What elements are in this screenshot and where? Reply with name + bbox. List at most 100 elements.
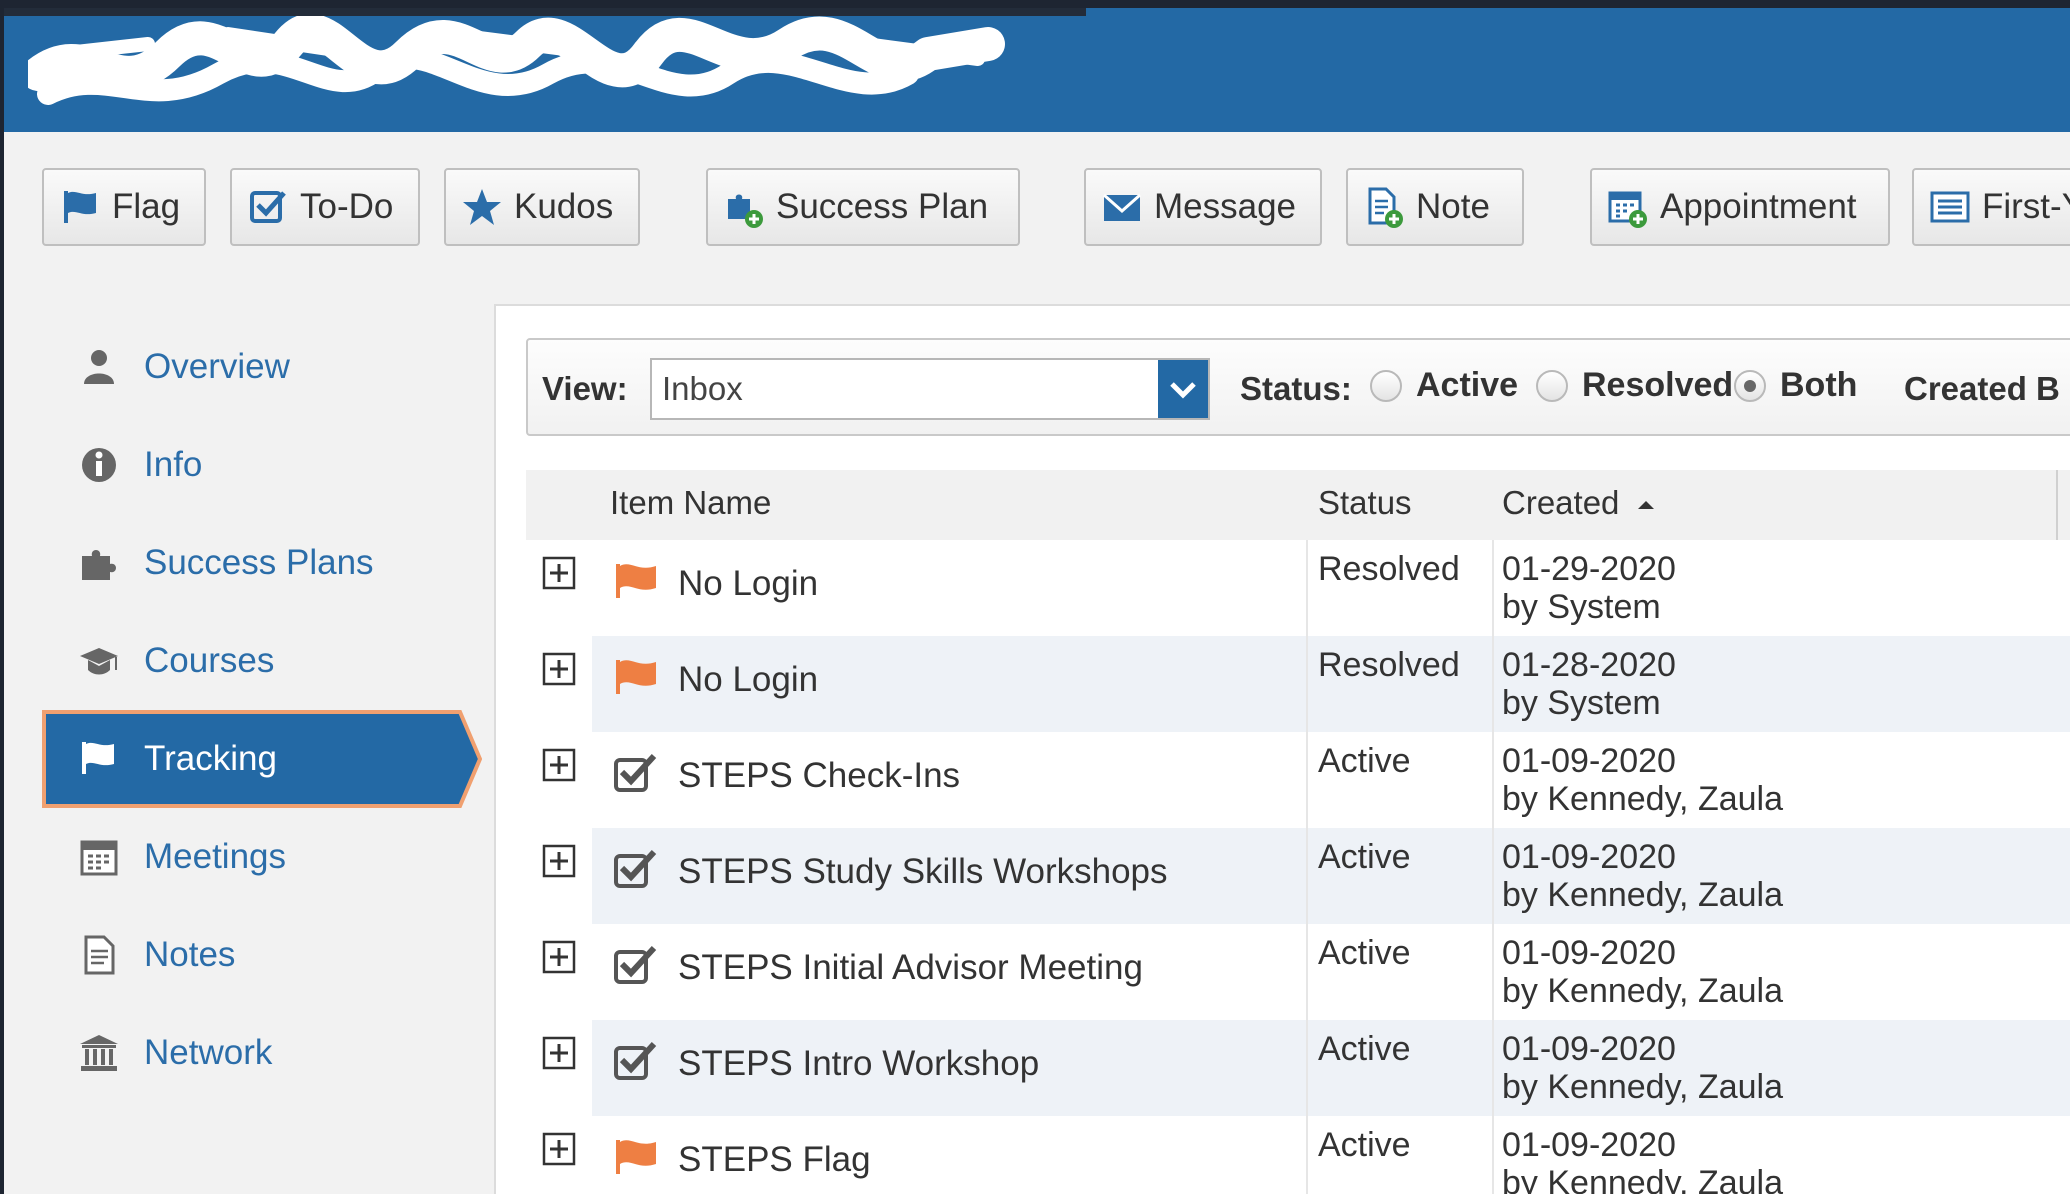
sidebar-item-network[interactable]: Network	[42, 1004, 482, 1102]
sidebar-item-info[interactable]: Info	[42, 416, 482, 514]
user-icon	[84, 350, 114, 384]
action-toolbar: Flag To-Do Kudos Success Plan Message No…	[4, 132, 2070, 282]
top-strip	[4, 8, 1086, 16]
created-by: by Kennedy, Zaula	[1502, 780, 1783, 818]
appointment-button[interactable]: Appointment	[1590, 168, 1890, 246]
item-status: Active	[1318, 1126, 1411, 1164]
sidebar-item-tracking[interactable]: Tracking	[42, 710, 482, 808]
expand-icon[interactable]	[542, 748, 576, 782]
sidebar-item-courses[interactable]: Courses	[42, 612, 482, 710]
column-divider	[1492, 636, 1494, 732]
flag-button[interactable]: Flag	[42, 168, 206, 246]
item-name[interactable]: STEPS Study Skills Workshops	[678, 852, 1168, 892]
created-date: 01-28-2020	[1502, 646, 1676, 684]
created-by: by System	[1502, 684, 1661, 722]
filter-bar: View: Inbox Status: Active Resolved Both…	[526, 338, 2070, 436]
sidebar-item-meetings[interactable]: Meetings	[42, 808, 482, 906]
view-label: View:	[542, 370, 628, 407]
column-divider	[2056, 470, 2058, 540]
app-window: Flag To-Do Kudos Success Plan Message No…	[4, 8, 2070, 1194]
checkbox-icon	[614, 753, 657, 792]
created-date: 01-09-2020	[1502, 742, 1676, 780]
todo-button[interactable]: To-Do	[230, 168, 420, 246]
item-name[interactable]: No Login	[678, 660, 818, 700]
column-header-item-name[interactable]: Item Name	[610, 484, 771, 522]
status-radio-resolved[interactable]	[1536, 370, 1568, 402]
column-divider	[1306, 924, 1308, 1020]
sidebar-item-overview[interactable]: Overview	[42, 318, 482, 416]
expand-icon[interactable]	[542, 844, 576, 878]
redacted-logo	[28, 14, 1005, 105]
status-radio-both-label[interactable]: Both	[1780, 366, 1857, 405]
success-plan-button[interactable]: Success Plan	[706, 168, 1020, 246]
list-icon	[1930, 191, 1970, 223]
expand-icon[interactable]	[542, 652, 576, 686]
status-radio-active[interactable]	[1370, 370, 1402, 402]
column-divider	[1492, 1116, 1494, 1194]
expand-icon[interactable]	[542, 940, 576, 974]
status-radio-active-label[interactable]: Active	[1416, 366, 1518, 405]
message-button[interactable]: Message	[1084, 168, 1322, 246]
sidebar-item-notes[interactable]: Notes	[42, 906, 482, 1004]
sidebar-item-label: Notes	[144, 935, 236, 974]
column-divider	[1492, 540, 1494, 636]
column-divider	[1492, 732, 1494, 828]
chevron-down-icon	[1170, 382, 1196, 399]
note-plus-icon	[1368, 187, 1403, 228]
column-header-created[interactable]: Created	[1502, 484, 1657, 522]
table-row[interactable]: STEPS Check-Ins Active 01-09-2020 by Kenned…	[526, 732, 2070, 828]
item-name[interactable]: No Login	[678, 564, 818, 604]
sidebar-item-success-plans[interactable]: Success Plans	[42, 514, 482, 612]
view-select-value: Inbox	[662, 370, 743, 407]
item-name[interactable]: STEPS Initial Advisor Meeting	[678, 948, 1143, 988]
table-row[interactable]: STEPS Intro Workshop Active 01-09-2020 by K…	[526, 1020, 2070, 1116]
table-row[interactable]: STEPS Initial Advisor Meeting Active 01-09…	[526, 924, 2070, 1020]
created-by: by Kennedy, Zaula	[1502, 1164, 1783, 1194]
status-radio-both[interactable]	[1734, 370, 1766, 402]
sidebar-item-label: Tracking	[144, 739, 277, 778]
sidebar-item-label: Success Plans	[144, 543, 374, 582]
expand-icon[interactable]	[542, 1132, 576, 1166]
calendar-plus-icon	[1608, 191, 1647, 228]
expand-icon[interactable]	[542, 1036, 576, 1070]
status-label: Status:	[1240, 370, 1352, 407]
item-created: 01-09-2020 by Kennedy, Zaula	[1502, 838, 1783, 914]
sidebar-item-label: Network	[144, 1033, 273, 1072]
kudos-button[interactable]: Kudos	[444, 168, 640, 246]
star-icon	[463, 189, 501, 225]
column-divider	[1306, 1116, 1308, 1194]
column-header-status[interactable]: Status	[1318, 484, 1412, 522]
table-row[interactable]: No Login Resolved 01-29-2020 by System	[526, 540, 2070, 636]
app-header	[4, 8, 2070, 132]
expand-icon[interactable]	[542, 556, 576, 590]
view-select[interactable]: Inbox	[650, 358, 1210, 420]
item-created: 01-29-2020 by System	[1502, 550, 1676, 626]
sort-ascending-icon	[1637, 501, 1654, 510]
table-row[interactable]: STEPS Study Skills Workshops Active 01-09-…	[526, 828, 2070, 924]
table-row[interactable]: STEPS Flag Active 01-09-2020 by Kennedy, Za…	[526, 1116, 2070, 1194]
item-created: 01-09-2020 by Kennedy, Zaula	[1502, 1126, 1783, 1194]
first-year-button[interactable]: First-Y	[1912, 168, 2070, 246]
column-divider	[1306, 540, 1308, 636]
flag-icon	[616, 1140, 656, 1174]
sidebar-item-label: Meetings	[144, 837, 287, 876]
document-icon	[84, 935, 115, 975]
item-name[interactable]: STEPS Check-Ins	[678, 756, 960, 796]
kudos-button-label: Kudos	[514, 187, 614, 226]
success-plan-button-label: Success Plan	[776, 187, 989, 226]
item-status: Resolved	[1318, 550, 1460, 588]
item-name[interactable]: STEPS Intro Workshop	[678, 1044, 1039, 1084]
item-name[interactable]: STEPS Flag	[678, 1140, 871, 1180]
flag-icon	[616, 660, 656, 694]
item-status: Active	[1318, 838, 1411, 876]
status-radio-resolved-label[interactable]: Resolved	[1582, 366, 1733, 405]
sidebar-item-label: Courses	[144, 641, 275, 680]
created-date: 01-09-2020	[1502, 934, 1676, 972]
created-by: by System	[1502, 588, 1661, 626]
created-date: 01-29-2020	[1502, 550, 1676, 588]
table-row[interactable]: No Login Resolved 01-28-2020 by System	[526, 636, 2070, 732]
sidebar-nav: Overview Info Success Plans Courses Trac…	[4, 282, 494, 1194]
envelope-icon	[1103, 193, 1141, 221]
view-select-dropdown-button[interactable]	[1158, 360, 1208, 418]
note-button[interactable]: Note	[1346, 168, 1524, 246]
